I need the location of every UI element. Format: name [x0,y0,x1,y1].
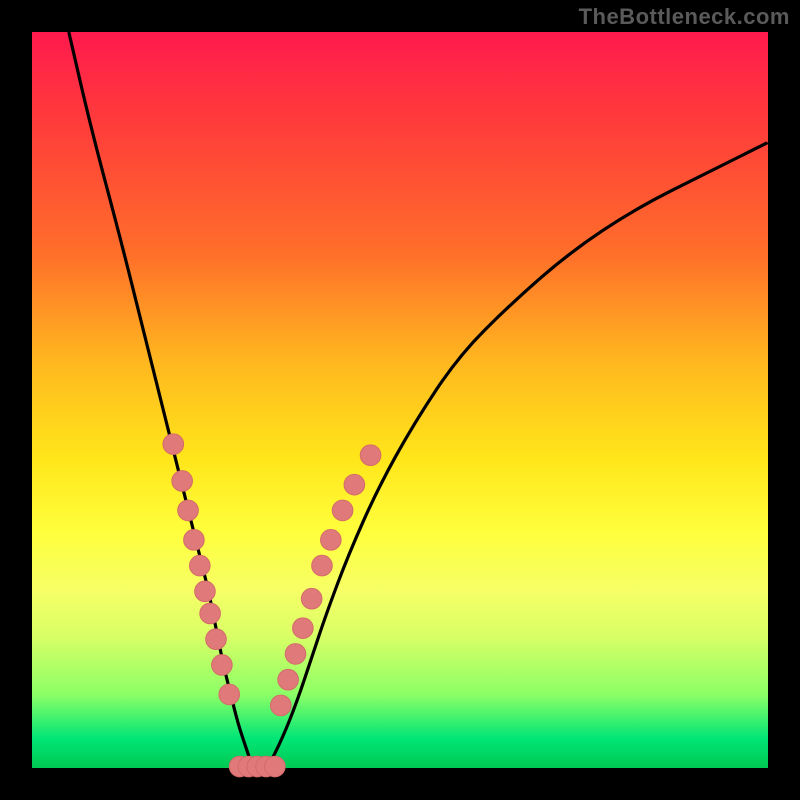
data-point [332,500,353,521]
data-point [265,756,286,777]
data-point [293,618,314,639]
data-point [344,474,365,495]
chart-svg [32,32,768,768]
chart-frame: TheBottleneck.com [0,0,800,800]
data-point [200,603,221,624]
data-beads [163,434,381,777]
data-point [312,555,333,576]
data-point [206,629,227,650]
data-point [285,644,306,665]
data-point [219,684,240,705]
data-point [278,669,299,690]
data-point [301,588,322,609]
data-point [195,581,216,602]
data-point [184,530,205,551]
data-point [360,445,381,466]
data-point [270,695,291,716]
data-point [178,500,199,521]
data-point [190,555,211,576]
data-point [321,530,342,551]
data-point [163,434,184,455]
watermark-text: TheBottleneck.com [579,6,790,28]
right-curve [268,142,768,768]
data-point [212,655,233,676]
data-point [172,471,193,492]
